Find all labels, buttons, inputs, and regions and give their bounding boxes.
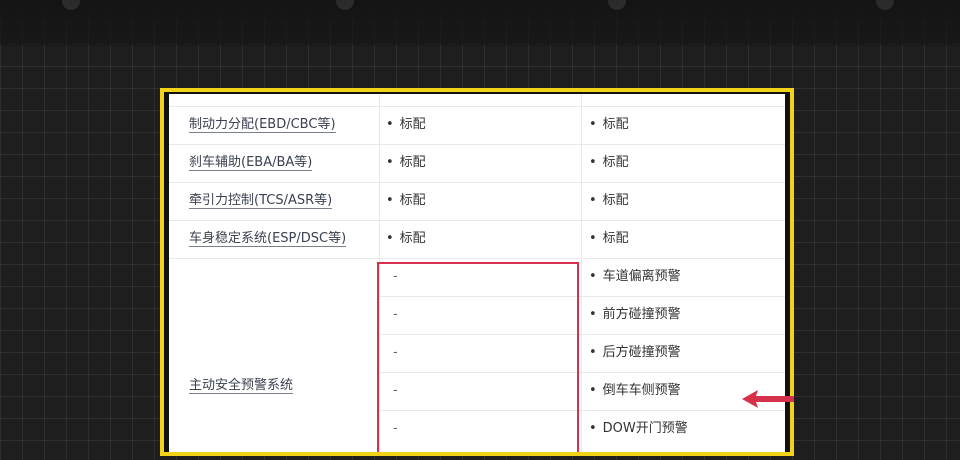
row-label[interactable]: 车身稳定系统(ESP/DSC等) [189,220,379,258]
spec-table: 制动力分配(EBD/CBC等) • 标配 • 标配 刹车辅助(EBA/BA等) • 标… [169,94,785,452]
table-row: 牵引力控制(TCS/ASR等) • 标配 • 标配 [169,182,785,221]
merged-row-label[interactable]: 主动安全预警系统 [189,374,294,394]
top-shade [0,0,960,46]
value-cell: • 标配 [386,231,426,246]
value-cell: • 标配 [589,155,629,170]
value-cell: • DOW开门预警 [589,421,688,436]
table-row: 刹车辅助(EBA/BA等) • 标配 • 标配 [169,144,785,183]
value-cell: • 标配 [386,193,426,208]
table-row: 制动力分配(EBD/CBC等) • 标配 • 标配 [169,106,785,145]
value-cell: • 车道偏离预警 [589,269,681,284]
row-label[interactable]: 制动力分配(EBD/CBC等) [189,106,379,144]
highlight-box [377,262,579,452]
value-cell: • 后方碰撞预警 [589,345,681,360]
value-cell: • 标配 [589,231,629,246]
highlight-frame: 制动力分配(EBD/CBC等) • 标配 • 标配 刹车辅助(EBA/BA等) • 标… [160,88,794,456]
value-cell: • 标配 [386,117,426,132]
value-cell: • 前方碰撞预警 [589,307,681,322]
value-cell: • 标配 [589,117,629,132]
left-arrow-icon [742,390,794,408]
table-row: 车身稳定系统(ESP/DSC等) • 标配 • 标配 [169,220,785,259]
row-label[interactable]: 牵引力控制(TCS/ASR等) [189,182,379,220]
value-cell: • 标配 [589,193,629,208]
row-label[interactable]: 刹车辅助(EBA/BA等) [189,144,379,182]
value-cell: • 标配 [386,155,426,170]
value-cell: • 倒车车侧预警 [589,383,681,398]
row-label [189,94,379,106]
